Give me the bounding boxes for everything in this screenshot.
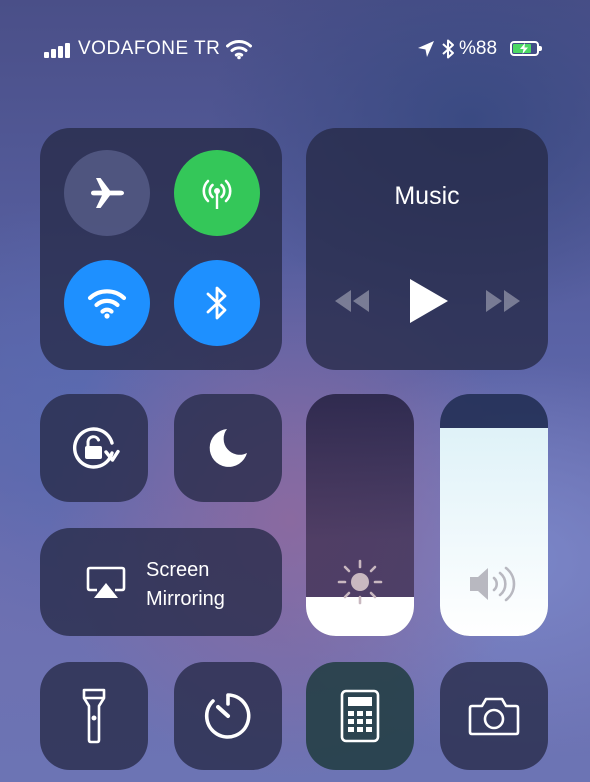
status-bar: VODAFONE TR %88 bbox=[0, 0, 590, 100]
calculator-icon bbox=[340, 689, 380, 743]
airplay-icon bbox=[86, 566, 126, 598]
connectivity-panel bbox=[40, 128, 282, 370]
fast-forward-icon[interactable] bbox=[484, 288, 522, 314]
play-icon[interactable] bbox=[406, 277, 450, 325]
screen-mirroring-label: Screen Mirroring bbox=[146, 556, 225, 614]
music-title: Music bbox=[394, 182, 460, 210]
camera-icon bbox=[468, 697, 520, 736]
rotation-lock-icon bbox=[73, 427, 120, 469]
battery-charging-icon bbox=[510, 41, 542, 56]
rotation-lock-toggle[interactable] bbox=[40, 394, 148, 502]
bluetooth-icon bbox=[442, 39, 454, 59]
wifi-toggle[interactable] bbox=[64, 260, 150, 346]
timer-button[interactable] bbox=[174, 662, 282, 770]
music-panel[interactable]: Music bbox=[306, 128, 548, 370]
do-not-disturb-toggle[interactable] bbox=[174, 394, 282, 502]
battery-percentage: %88 bbox=[459, 38, 498, 59]
bluetooth-toggle[interactable] bbox=[174, 260, 260, 346]
flashlight-icon bbox=[82, 688, 106, 744]
calculator-button[interactable] bbox=[306, 662, 414, 770]
volume-slider[interactable] bbox=[440, 394, 548, 636]
rewind-icon[interactable] bbox=[333, 288, 371, 314]
cellular-data-toggle[interactable] bbox=[174, 150, 260, 236]
flashlight-button[interactable] bbox=[40, 662, 148, 770]
cellular-signal-icon bbox=[44, 42, 72, 58]
moon-icon bbox=[209, 429, 247, 467]
screen-mirroring-line2: Mirroring bbox=[146, 588, 225, 610]
sun-icon bbox=[337, 559, 383, 605]
camera-button[interactable] bbox=[440, 662, 548, 770]
brightness-slider[interactable] bbox=[306, 394, 414, 636]
timer-icon bbox=[204, 693, 251, 739]
wifi-icon bbox=[87, 289, 127, 319]
airplane-mode-toggle[interactable] bbox=[64, 150, 150, 236]
bluetooth-icon bbox=[206, 286, 227, 320]
wifi-icon bbox=[226, 40, 252, 60]
cellular-data-icon bbox=[202, 179, 232, 209]
carrier-name: VODAFONE TR bbox=[78, 38, 221, 59]
screen-mirroring-line1: Screen bbox=[146, 559, 210, 581]
speaker-icon bbox=[470, 566, 516, 602]
location-arrow-icon bbox=[418, 41, 434, 57]
airplane-icon bbox=[91, 178, 124, 208]
volume-level bbox=[440, 427, 548, 636]
screen-mirroring-button[interactable]: Screen Mirroring bbox=[40, 528, 282, 636]
